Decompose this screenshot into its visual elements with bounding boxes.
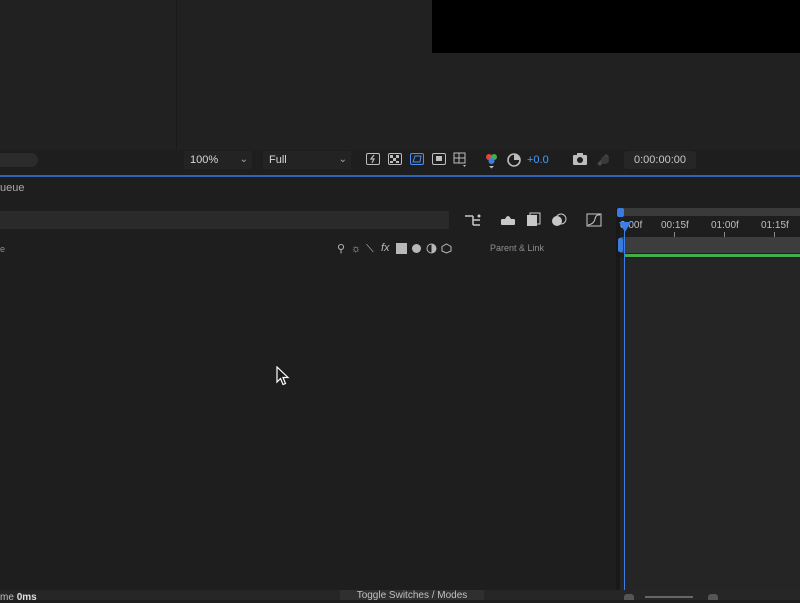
time-navigator-track[interactable] (620, 237, 800, 253)
graph-editor-icon[interactable] (585, 212, 603, 228)
quality-icon[interactable]: ⟍ (366, 243, 374, 255)
transparency-grid-icon[interactable] (388, 153, 402, 165)
motion-blur-icon[interactable] (550, 212, 568, 228)
work-area-start-handle[interactable] (617, 208, 624, 217)
resolution-value: Full (269, 154, 287, 166)
frame-blending-icon[interactable] (524, 212, 542, 228)
render-time-label: me (0, 592, 14, 603)
active-panel-indicator (0, 175, 800, 177)
ruler-label: 01:15f (761, 220, 789, 231)
show-snapshot-icon[interactable] (594, 151, 612, 167)
reset-exposure-icon[interactable] (506, 152, 522, 168)
viewer-scroll-handle[interactable] (0, 153, 38, 167)
viewer-timecode[interactable]: 0:00:00:00 (624, 151, 696, 169)
layer-duration-bar[interactable] (624, 254, 800, 257)
panel-tab-render-queue[interactable]: ueue (0, 182, 24, 194)
frame-blend-icon[interactable] (396, 243, 407, 254)
layer-list-area[interactable] (0, 258, 616, 590)
zoom-slider[interactable] (645, 596, 693, 598)
zoom-in-icon[interactable] (708, 594, 718, 600)
layer-search-input[interactable] (0, 211, 449, 229)
ruler-label: 00:15f (661, 220, 689, 231)
snapshot-icon[interactable] (571, 152, 589, 166)
column-parent-link[interactable]: Parent & Link (490, 243, 544, 253)
adjustment-icon[interactable] (426, 243, 437, 254)
grid-guides-icon[interactable] (453, 152, 469, 168)
3d-layer-icon[interactable] (441, 243, 452, 254)
mouse-cursor-icon (276, 365, 290, 389)
render-time-value: 0ms (16, 592, 37, 603)
chevron-down-icon: ⌄ (239, 154, 248, 165)
time-navigator-start-handle[interactable] (618, 238, 623, 252)
current-time-indicator-line[interactable] (624, 226, 625, 596)
frame-render-time: me 0ms (0, 592, 37, 603)
fx-icon[interactable]: fx (381, 242, 390, 254)
timeline-graph-area[interactable] (620, 258, 800, 590)
zoom-dropdown[interactable]: 100% ⌄ (184, 151, 252, 169)
shy-icon[interactable]: ⚲ (337, 243, 345, 255)
region-of-interest-icon[interactable] (432, 153, 446, 165)
zoom-out-icon[interactable] (624, 594, 634, 600)
current-time-indicator-head[interactable] (619, 222, 631, 232)
channel-rgb-icon[interactable] (484, 151, 500, 169)
column-layer-name[interactable]: e (0, 244, 5, 254)
motion-blur-switch-icon[interactable] (411, 243, 422, 254)
composition-mini-flowchart-icon[interactable] (464, 212, 482, 228)
mask-path-visibility-icon[interactable] (410, 153, 424, 165)
work-area-bar[interactable] (620, 208, 800, 216)
fast-previews-icon[interactable] (366, 153, 380, 165)
exposure-value[interactable]: +0.0 (527, 151, 549, 169)
zoom-value: 100% (190, 154, 219, 166)
ruler-label: 01:00f (711, 220, 739, 231)
solo-icon[interactable]: ☼ (351, 243, 361, 255)
chevron-down-icon: ⌄ (338, 154, 347, 165)
composition-canvas[interactable] (432, 0, 800, 53)
hide-shy-layers-icon[interactable] (499, 212, 517, 228)
viewer-divider (176, 0, 177, 150)
resolution-dropdown[interactable]: Full ⌄ (263, 151, 351, 169)
toggle-switches-modes-button[interactable]: Toggle Switches / Modes (340, 590, 484, 600)
